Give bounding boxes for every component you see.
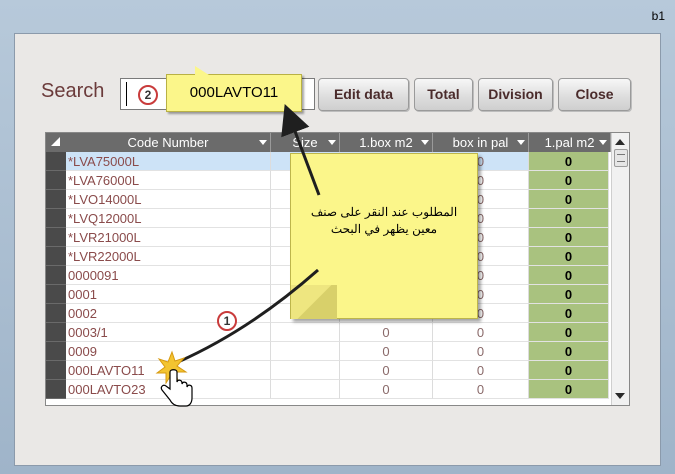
cell-box-in-pal[interactable]: 0 [433,380,529,399]
scroll-thumb[interactable] [614,149,628,167]
chevron-down-icon[interactable] [517,140,525,145]
table-row[interactable]: 000LAVTO23 0 0 0 [46,380,611,399]
cell-size[interactable] [271,361,340,380]
cell-pal-m2[interactable]: 0 [529,190,609,209]
cell-box-in-pal[interactable]: 0 [433,323,529,342]
cell-code-number[interactable]: 0003/1 [66,323,271,342]
text-caret [126,82,127,106]
window-title: b1 [651,9,665,23]
cell-size[interactable] [271,323,340,342]
search-label: Search [41,80,105,102]
close-button[interactable]: Close [558,78,631,111]
window-frame: b1 Search Edit data Total Division Close… [0,0,675,474]
cell-pal-m2[interactable]: 0 [529,304,609,323]
column-header-box-m2[interactable]: 1.box m2 [340,133,433,152]
cell-box-m2[interactable]: 0 [340,380,433,399]
cell-code-number[interactable]: *LVQ12000L [66,209,271,228]
cell-box-in-pal[interactable]: 0 [433,361,529,380]
row-selector[interactable] [46,247,66,266]
cell-code-number[interactable]: *LVA75000L [66,152,271,171]
scroll-down-icon[interactable] [615,393,625,399]
row-selector[interactable] [46,342,66,361]
cell-box-m2[interactable]: 0 [340,361,433,380]
column-header-label: 1.box m2 [359,135,413,150]
row-selector[interactable] [46,190,66,209]
column-header-label: Size [292,135,318,150]
cell-code-number[interactable]: *LVO14000L [66,190,271,209]
cell-code-number[interactable]: 0000091 [66,266,271,285]
annotation-badge-1: 1 [217,311,237,331]
cell-pal-m2[interactable]: 0 [529,266,609,285]
column-header-pal-m2[interactable]: 1.pal m2 [529,133,611,152]
row-selector[interactable] [46,304,66,323]
cell-pal-m2[interactable]: 0 [529,228,609,247]
row-selector[interactable] [46,323,66,342]
cell-box-m2[interactable]: 0 [340,342,433,361]
column-header-box-in-pal[interactable]: box in pal [433,133,529,152]
cell-pal-m2[interactable]: 0 [529,209,609,228]
row-selector[interactable] [46,171,66,190]
cell-code-number[interactable]: 0002 [66,304,271,323]
cell-pal-m2[interactable]: 0 [529,247,609,266]
column-header-label: Code Number [127,135,209,150]
row-selector[interactable] [46,209,66,228]
cell-pal-m2[interactable]: 0 [529,323,609,342]
column-header-size[interactable]: Size [271,133,340,152]
chevron-down-icon[interactable] [328,140,336,145]
division-button[interactable]: Division [478,78,553,111]
chevron-down-icon[interactable] [599,140,607,145]
note-fold-corner [291,285,337,319]
cell-box-in-pal[interactable]: 0 [433,342,529,361]
table-row[interactable]: 000LAVTO11 0 0 0 [46,361,611,380]
cell-code-number[interactable]: *LVA76000L [66,171,271,190]
cell-pal-m2[interactable]: 0 [529,380,609,399]
cell-size[interactable] [271,380,340,399]
cell-box-m2[interactable]: 0 [340,323,433,342]
cell-pal-m2[interactable]: 0 [529,171,609,190]
cell-pal-m2[interactable]: 0 [529,342,609,361]
annotation-callout-value: 000LAVTO11 [166,66,302,112]
table-row[interactable]: 0003/1 0 0 0 [46,323,611,342]
vertical-scrollbar[interactable] [611,133,629,405]
edit-data-button[interactable]: Edit data [318,78,409,111]
annotation-note-text: المطلوب عند النقر على صنف معين يظهر في ا… [310,205,458,236]
cell-code-number[interactable]: 0001 [66,285,271,304]
row-selector[interactable] [46,380,66,399]
cell-code-number[interactable]: 000LAVTO11 [66,361,271,380]
column-header-label: 1.pal m2 [544,135,595,150]
cell-code-number[interactable]: *LVR22000L [66,247,271,266]
row-selector[interactable] [46,361,66,380]
column-header-code-number[interactable]: Code Number [66,133,271,152]
scroll-up-icon[interactable] [615,139,625,145]
chevron-down-icon[interactable] [259,140,267,145]
cell-code-number[interactable]: *LVR21000L [66,228,271,247]
total-button[interactable]: Total [414,78,473,111]
annotation-note: المطلوب عند النقر على صنف معين يظهر في ا… [290,153,478,319]
cell-code-number[interactable]: 0009 [66,342,271,361]
row-selector[interactable] [46,228,66,247]
cell-pal-m2[interactable]: 0 [529,361,609,380]
row-selector[interactable] [46,285,66,304]
row-selector[interactable] [46,152,66,171]
annotation-badge-2: 2 [138,85,158,105]
chevron-down-icon[interactable] [421,140,429,145]
select-all-corner[interactable] [46,133,66,152]
row-selector[interactable] [46,266,66,285]
cell-code-number[interactable]: 000LAVTO23 [66,380,271,399]
cell-size[interactable] [271,342,340,361]
cell-pal-m2[interactable]: 0 [529,285,609,304]
cell-pal-m2[interactable]: 0 [529,152,609,171]
column-header-label: box in pal [452,135,509,150]
table-row[interactable]: 0009 0 0 0 [46,342,611,361]
